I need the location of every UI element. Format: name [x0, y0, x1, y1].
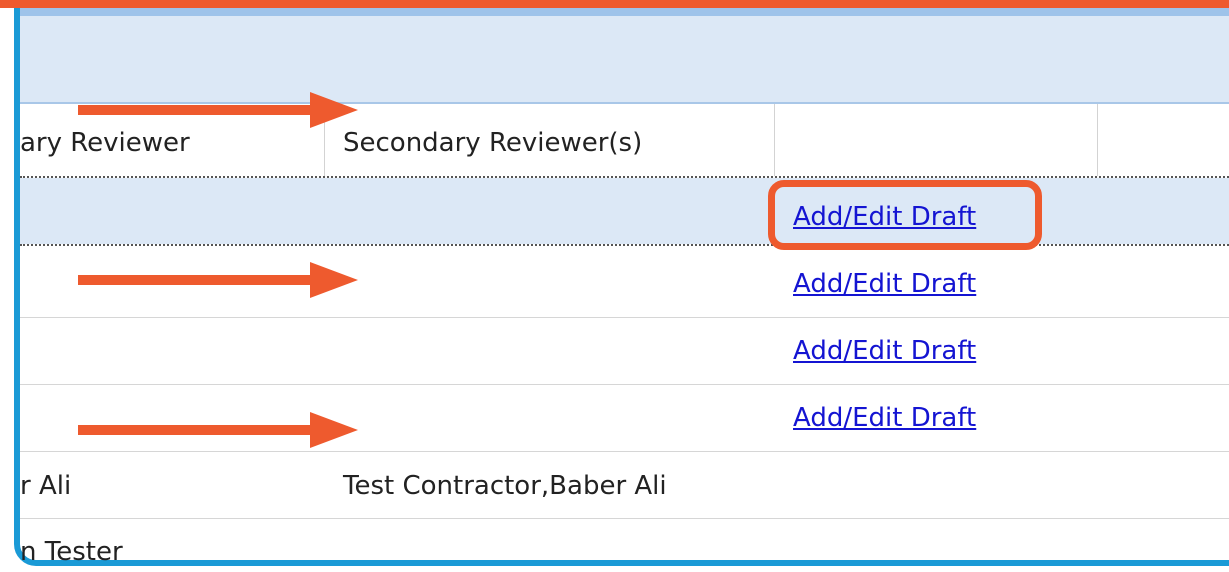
top-accent-bar — [0, 0, 1229, 8]
column-header-secondary-reviewers[interactable]: Secondary Reviewer(s) — [343, 128, 642, 158]
row-divider — [20, 244, 1229, 246]
arrow-right-icon — [78, 412, 358, 448]
grid-toolbar — [20, 16, 1229, 102]
row-divider — [20, 317, 1229, 318]
secondary-reviewer-cell: Test Contractor,Baber Ali — [343, 471, 667, 501]
table-row-selected[interactable] — [20, 178, 1229, 244]
add-edit-draft-link[interactable]: Add/Edit Draft — [793, 269, 976, 299]
arrow-right-icon — [78, 92, 358, 128]
column-separator — [1097, 104, 1098, 176]
arrow-right-icon — [78, 262, 358, 298]
add-edit-draft-link[interactable]: Add/Edit Draft — [793, 336, 976, 366]
highlight-box — [768, 180, 1042, 250]
row-divider — [20, 518, 1229, 519]
grid-top-border — [20, 8, 1229, 16]
primary-reviewer-cell: n Tester — [20, 537, 123, 567]
row-divider — [20, 384, 1229, 385]
add-edit-draft-link[interactable]: Add/Edit Draft — [793, 403, 976, 433]
primary-reviewer-cell: r Ali — [20, 471, 72, 501]
row-divider — [20, 451, 1229, 452]
column-separator — [774, 104, 775, 176]
column-header-primary-reviewer[interactable]: ary Reviewer — [20, 128, 190, 158]
